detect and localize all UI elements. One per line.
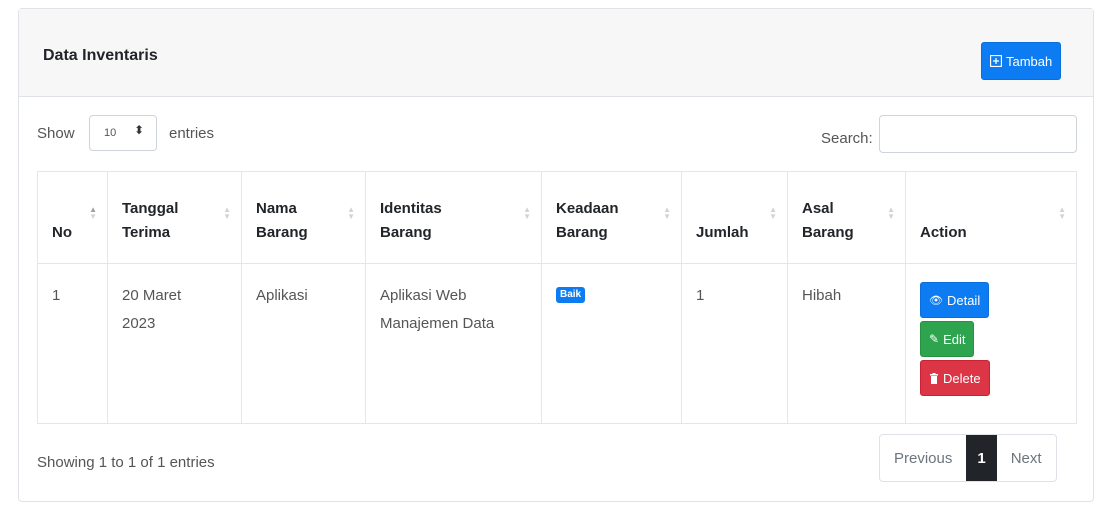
header-label: No <box>52 224 72 241</box>
cell-jumlah: 1 <box>681 263 788 424</box>
sort-icon: ▲ ▼ <box>347 205 355 221</box>
column-header-action[interactable]: Action ▲ ▼ <box>905 171 1077 264</box>
table-row: 1 20 Maret 2023 Aplikasi Aplikasi Web Ma… <box>37 263 1077 424</box>
inventory-card: Data Inventaris Tambah Show 10 ⬍ entries… <box>18 8 1094 502</box>
page-size-value: 10 <box>104 127 117 139</box>
cell-text: 20 Maret <box>122 287 182 304</box>
cell-text: Manajemen Data <box>380 315 495 332</box>
edit-icon: ✎ <box>929 332 940 346</box>
sort-icon: ▲ ▼ <box>523 205 531 221</box>
detail-button[interactable]: 👁 Detail <box>920 282 990 318</box>
column-header-no[interactable]: No ▲ ▼ <box>37 171 108 264</box>
header-label: Keadaan <box>556 200 619 217</box>
edit-button-label: Edit <box>943 331 966 347</box>
header-label: Jumlah <box>696 224 749 241</box>
search-input[interactable] <box>879 115 1077 153</box>
entries-label: entries <box>169 125 215 142</box>
sort-icon: ▲ ▼ <box>887 205 895 221</box>
detail-button-label: Detail <box>946 292 981 308</box>
add-button-label: Tambah <box>1006 53 1053 69</box>
header-label: Action <box>920 224 967 241</box>
cell-action: 👁 Detail ✎ Edit Delete <box>905 263 1077 424</box>
sort-icon: ▲ ▼ <box>89 205 97 221</box>
column-header-asal[interactable]: Asal Barang ▲ ▼ <box>787 171 906 264</box>
cell-text: Aplikasi Web <box>380 287 467 304</box>
add-button[interactable]: Tambah <box>981 42 1062 80</box>
column-header-jumlah[interactable]: Jumlah ▲ ▼ <box>681 171 788 264</box>
eye-icon: 👁 <box>929 294 943 307</box>
cell-identitas: Aplikasi Web Manajemen Data <box>365 263 542 424</box>
inventory-table: No ▲ ▼ Tanggal Terima ▲ ▼ Nama Barang ▲ ▼ I… <box>37 171 1077 424</box>
table-controls: Show 10 ⬍ entries Search: <box>19 97 1093 167</box>
trash-icon <box>930 372 938 384</box>
cell-text: 2023 <box>122 315 156 332</box>
page-title: Data Inventaris <box>43 47 158 64</box>
card-header: Data Inventaris Tambah <box>19 9 1093 97</box>
header-label: Tanggal <box>122 200 179 217</box>
header-label: Barang <box>380 224 432 241</box>
column-header-nama[interactable]: Nama Barang ▲ ▼ <box>241 171 366 264</box>
header-label: Barang <box>802 224 854 241</box>
show-label: Show <box>37 125 75 142</box>
plus-square-icon <box>990 55 1002 67</box>
delete-button[interactable]: Delete <box>920 360 990 396</box>
header-label: Nama <box>256 200 297 217</box>
header-label: Barang <box>256 224 308 241</box>
delete-button-label: Delete <box>943 370 981 386</box>
page-button-current[interactable]: 1 <box>966 435 997 481</box>
next-button[interactable]: Next <box>997 435 1056 481</box>
cell-no: 1 <box>37 263 108 424</box>
pagination: Previous 1 Next <box>879 434 1057 482</box>
previous-button[interactable]: Previous <box>880 435 966 481</box>
header-label: Identitas <box>380 200 442 217</box>
column-header-identitas[interactable]: Identitas Barang ▲ ▼ <box>365 171 542 264</box>
page-size-select[interactable]: 10 ⬍ <box>89 115 157 151</box>
sort-icon: ▲ ▼ <box>663 205 671 221</box>
column-header-tanggal[interactable]: Tanggal Terima ▲ ▼ <box>107 171 242 264</box>
edit-button[interactable]: ✎ Edit <box>920 321 975 357</box>
header-label: Barang <box>556 224 608 241</box>
header-label: Terima <box>122 224 171 241</box>
sort-icon: ▲ ▼ <box>769 205 777 221</box>
sort-icon: ▲ ▼ <box>1058 205 1066 221</box>
cell-asal: Hibah <box>787 263 906 424</box>
sort-icon: ▲ ▼ <box>223 205 231 221</box>
column-header-keadaan[interactable]: Keadaan Barang ▲ ▼ <box>541 171 682 264</box>
select-caret-icon: ⬍ <box>133 123 144 137</box>
table-info: Showing 1 to 1 of 1 entries <box>37 454 215 471</box>
status-badge: Baik <box>556 287 586 303</box>
cell-nama: Aplikasi <box>241 263 366 424</box>
search-label: Search: <box>821 130 873 147</box>
cell-tanggal: 20 Maret 2023 <box>107 263 242 424</box>
header-label: Asal <box>802 200 834 217</box>
cell-keadaan: Baik <box>541 263 682 424</box>
